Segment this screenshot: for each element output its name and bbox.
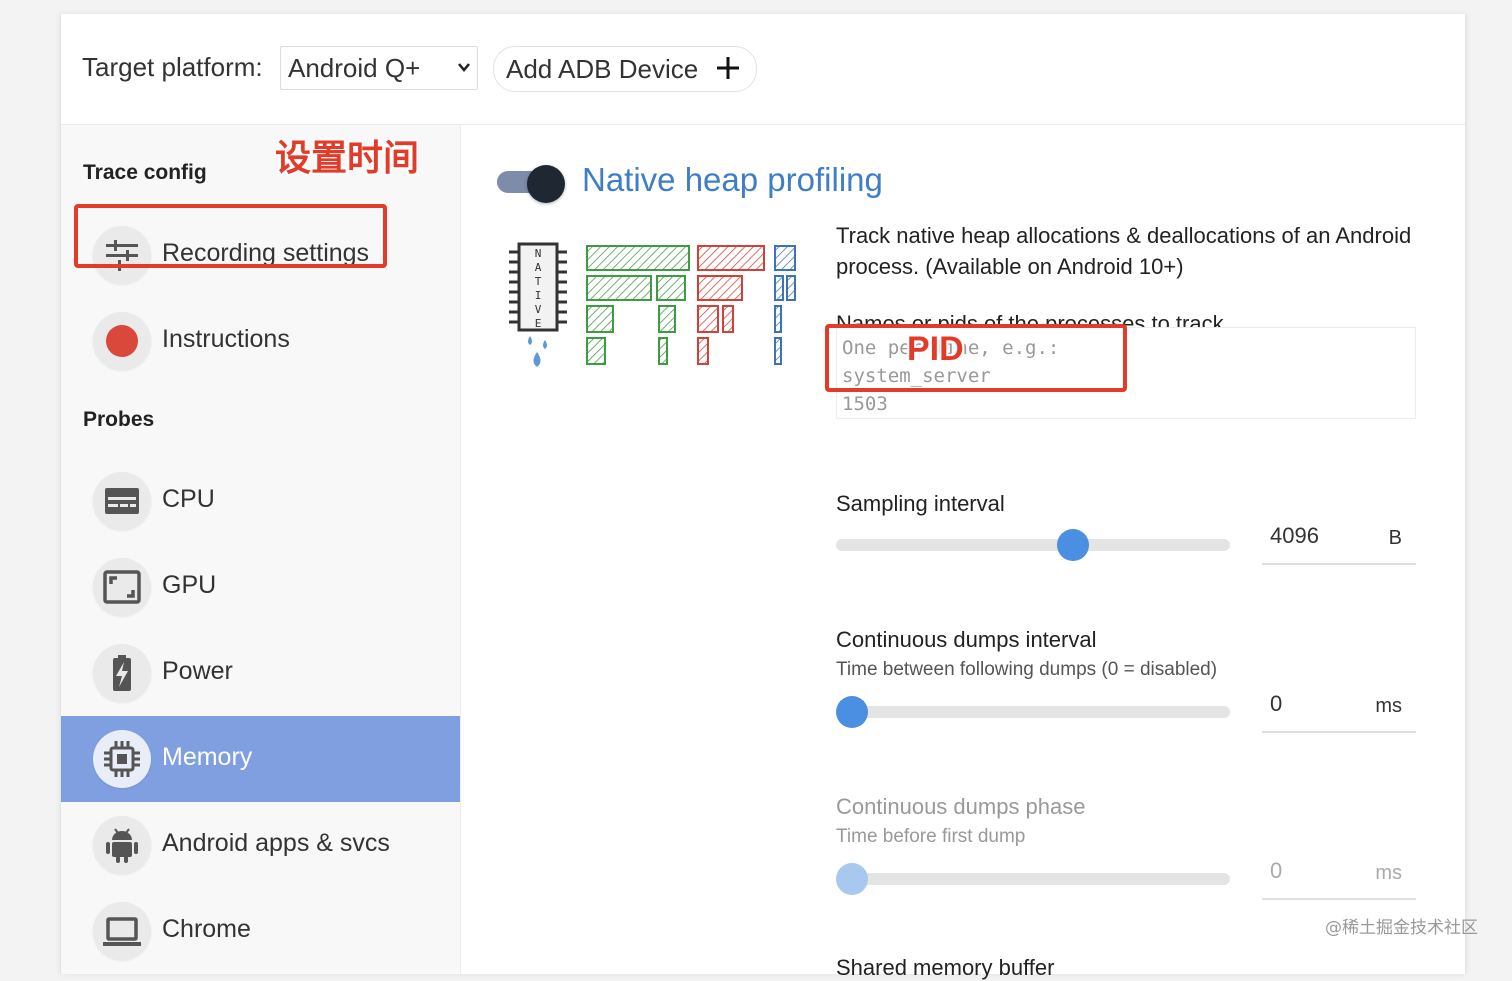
slider-thumb: [836, 863, 868, 895]
dumps-phase-unit: ms: [1375, 862, 1402, 884]
add-adb-device-button[interactable]: Add ADB Device: [493, 46, 757, 92]
app-card: Target platform: Android Q+ Add ADB Devi…: [60, 14, 1466, 980]
dumps-phase-input: 0 ms: [1262, 858, 1416, 900]
annotation-box-pid: [825, 324, 1127, 392]
native-heap-illustration: N A T I V E: [509, 242, 796, 367]
sidebar-item-instructions[interactable]: Instructions: [61, 298, 460, 384]
record-dot-icon: [106, 325, 138, 357]
sidebar-item-label: CPU: [162, 485, 215, 513]
chevron-down-icon: [458, 63, 470, 72]
sidebar-item-label: GPU: [162, 571, 217, 599]
sampling-interval-label: Sampling interval: [836, 491, 1005, 516]
cpu-icon: [105, 488, 139, 514]
annotation-set-time: 设置时间: [275, 138, 420, 179]
sidebar-item-label: Memory: [162, 743, 253, 771]
dumps-interval-input[interactable]: 0 ms: [1262, 691, 1416, 733]
sidebar-item-cpu[interactable]: CPU: [61, 458, 460, 544]
dumps-phase-value: 0: [1270, 858, 1283, 883]
battery-icon: [113, 655, 131, 691]
dumps-interval-slider[interactable]: [836, 694, 1230, 728]
android-icon: [106, 828, 138, 863]
annotation-pid: PID: [907, 330, 964, 368]
sampling-interval-value: 4096: [1270, 523, 1319, 548]
native-heap-toggle[interactable]: [497, 165, 569, 203]
dumps-interval-sub: Time between following dumps (0 = disabl…: [836, 659, 1218, 680]
illustration-letter: T: [535, 275, 542, 288]
dumps-phase-sub: Time before first dump: [836, 826, 1026, 847]
sampling-interval-unit: B: [1388, 527, 1402, 549]
illustration-letter: I: [535, 289, 542, 302]
sidebar-item-chrome[interactable]: Chrome: [61, 888, 460, 974]
probe-title: Native heap profiling: [582, 161, 883, 198]
memory-chip-icon: [104, 741, 140, 777]
main-panel: Native heap profiling N A T I V E Track …: [461, 125, 1465, 980]
sidebar-item-label: Android apps & svcs: [162, 829, 390, 857]
sidebar-item-memory[interactable]: Memory: [61, 716, 460, 802]
header-bar: Target platform: Android Q+ Add ADB Devi…: [61, 14, 1465, 125]
sidebar-item-label: Power: [162, 657, 233, 685]
sidebar-item-power[interactable]: Power: [61, 630, 460, 716]
target-platform-value: Android Q+: [288, 53, 421, 83]
probe-description: Track native heap allocations & dealloca…: [836, 223, 1412, 279]
sidebar-item-android-apps[interactable]: Android apps & svcs: [61, 802, 460, 888]
watermark: @稀土掘金技术社区: [1325, 918, 1478, 938]
slider-thumb[interactable]: [836, 696, 868, 728]
laptop-icon: [103, 917, 141, 946]
dumps-interval-value: 0: [1270, 691, 1283, 716]
shared-memory-label: Shared memory buffer: [836, 955, 1055, 980]
sidebar: Trace config 设置时间 Recording settings Ins…: [61, 125, 461, 974]
illustration-letter: V: [535, 303, 542, 316]
slider-thumb[interactable]: [1056, 529, 1089, 561]
dumps-interval-unit: ms: [1375, 695, 1402, 717]
target-platform-label: Target platform:: [82, 52, 263, 82]
illustration-letter: N: [535, 247, 542, 260]
sidebar-item-label: Chrome: [162, 915, 251, 943]
dumps-phase-slider: [836, 861, 1230, 895]
annotation-box-recording: [74, 204, 387, 268]
probes-title: Probes: [83, 408, 155, 431]
sampling-interval-input[interactable]: 4096 B: [1262, 523, 1416, 565]
plus-icon: [717, 57, 739, 79]
dumps-phase-label: Continuous dumps phase: [836, 794, 1086, 819]
target-platform-select[interactable]: Android Q+: [280, 46, 478, 90]
illustration-letter: E: [535, 317, 542, 330]
illustration-letter: A: [535, 261, 542, 274]
sampling-interval-slider[interactable]: [836, 527, 1230, 561]
sidebar-item-label: Instructions: [162, 325, 290, 353]
sidebar-item-gpu[interactable]: GPU: [61, 544, 460, 630]
dumps-interval-label: Continuous dumps interval: [836, 627, 1097, 652]
add-adb-device-label: Add ADB Device: [506, 54, 699, 84]
trace-config-title: Trace config: [83, 161, 207, 184]
gpu-icon: [103, 570, 141, 604]
